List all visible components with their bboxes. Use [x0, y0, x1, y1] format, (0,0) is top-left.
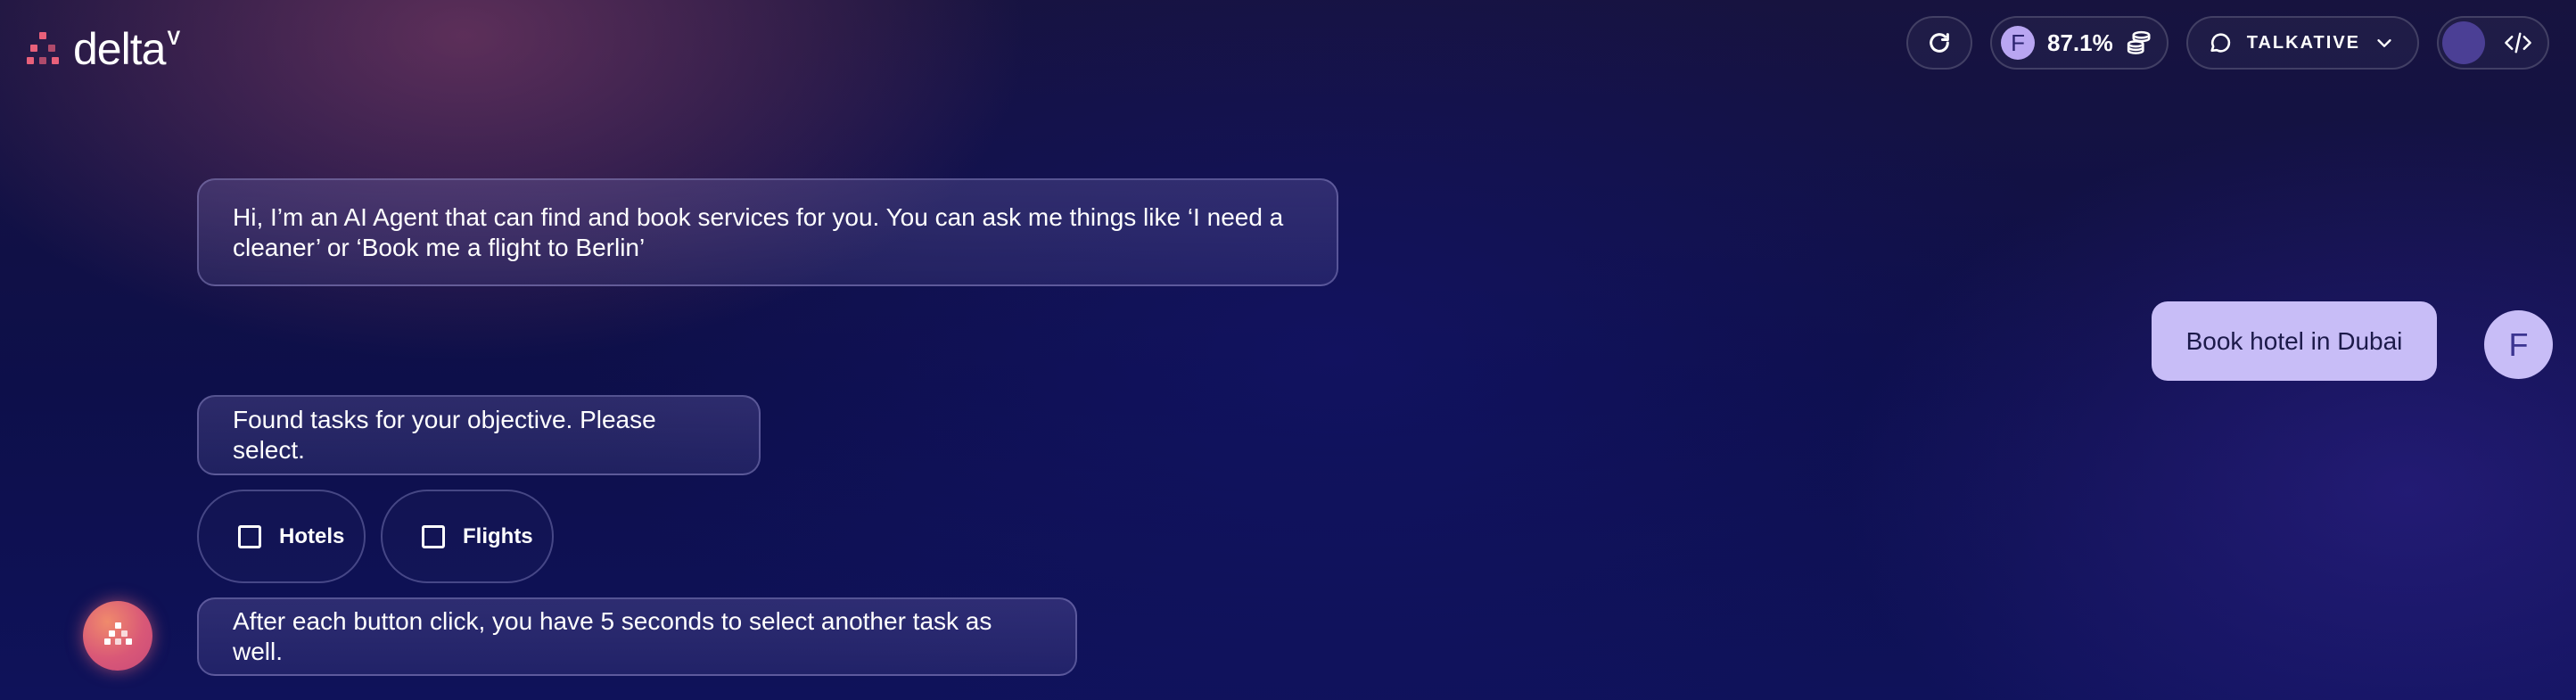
credits-percentage: 87.1% [2047, 29, 2113, 56]
refresh-icon [1930, 33, 1949, 53]
code-icon [2505, 32, 2531, 54]
user-message: Book hotel in Dubai [2152, 301, 2437, 381]
flights-checkbox[interactable] [422, 524, 445, 548]
mode-dropdown[interactable]: TALKATIVE [2185, 16, 2419, 70]
credits-avatar: F [2001, 26, 2036, 60]
chevron-down-icon [2377, 39, 2391, 47]
agent-intro-text: Hi, I’m an AI Agent that can find and bo… [233, 202, 1284, 261]
agent-intro-message: Hi, I’m an AI Agent that can find and bo… [197, 178, 1338, 286]
assistant-launcher-button[interactable] [83, 601, 152, 671]
task-option-label: Hotels [279, 523, 345, 548]
tasks-prompt-message: Found tasks for your objective. Please s… [197, 395, 761, 475]
user-avatar: F [2484, 310, 2553, 379]
credits-indicator[interactable]: F 87.1% [1990, 16, 2169, 70]
brand-name: delta [73, 24, 166, 74]
refresh-button[interactable] [1906, 16, 1973, 70]
brand-superscript: V [167, 27, 181, 49]
delta-logo-mark [27, 32, 66, 71]
delta-logo[interactable]: delta V [27, 27, 180, 71]
user-message-text: Book hotel in Dubai [2185, 326, 2403, 355]
mode-label: TALKATIVE [2246, 32, 2360, 53]
task-option-hotels[interactable]: Hotels [197, 490, 366, 583]
chat-bubble-icon [2210, 33, 2230, 53]
task-option-label: Flights [463, 523, 533, 548]
hotels-checkbox[interactable] [238, 524, 261, 548]
toggle-knob [2442, 21, 2485, 64]
coin-stack-icon [2127, 30, 2151, 54]
after-click-note-text: After each button click, you have 5 seco… [233, 607, 992, 665]
tasks-prompt-text: Found tasks for your objective. Please s… [233, 406, 656, 464]
task-option-flights[interactable]: Flights [381, 490, 554, 583]
developer-toggle[interactable] [2437, 16, 2549, 70]
top-toolbar: F 87.1% TALKATIVE [1906, 16, 2549, 70]
after-click-note-message: After each button click, you have 5 seco… [197, 597, 1077, 676]
